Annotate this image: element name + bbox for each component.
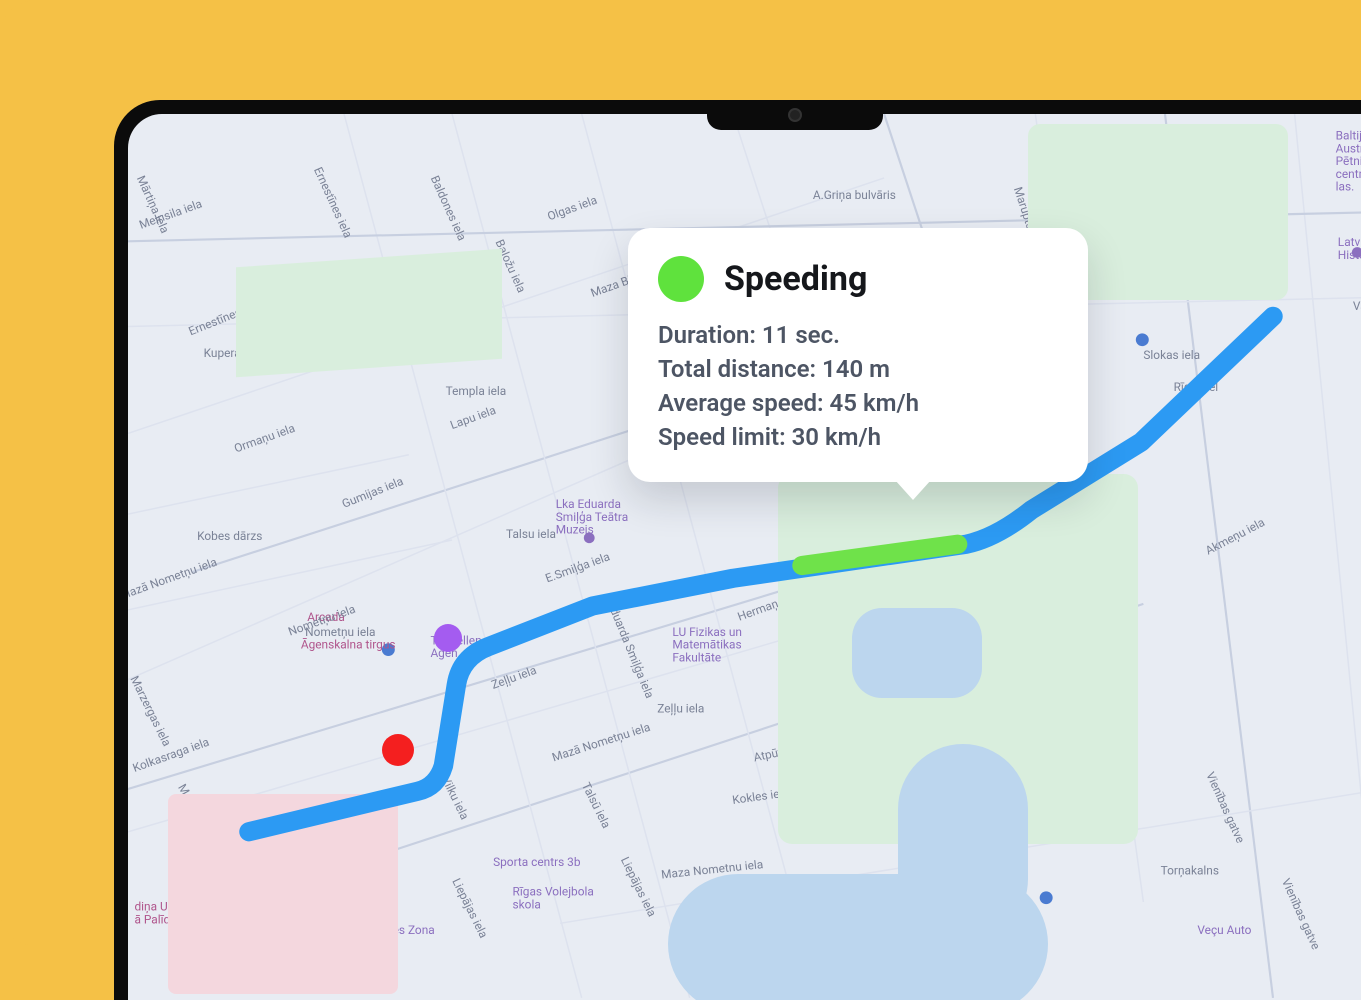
hospital-area: [168, 794, 398, 994]
street-label: Vilku iela: [439, 774, 472, 822]
poi-label: Lka EduardaSmiļģa TeātraMuzejs: [556, 497, 628, 536]
street-label: Zeļļu iela: [489, 663, 538, 692]
street-label: Talsu iela: [506, 527, 556, 541]
street-label: Zeļļu iela: [657, 702, 704, 716]
street-label: Baldones iela: [428, 173, 470, 242]
popup-duration: Duration: 11 sec.: [658, 318, 1058, 352]
park-label: Kobes dārzs: [197, 529, 262, 543]
street-label: Liepājas iela: [449, 876, 490, 940]
street-label: Akmeņu iela: [1203, 515, 1267, 557]
laptop-mock: Jaunatnes dārzs Kobes dārzs Arkādijas pa…: [114, 100, 1361, 1000]
route-start-marker[interactable]: [382, 734, 414, 766]
street-label: Slokas iela: [1143, 348, 1200, 362]
street-label: A.Griņa bulvāris: [813, 188, 896, 202]
park-area: [236, 249, 502, 378]
water-area: [852, 608, 982, 698]
street-label: Marzergas iela: [128, 674, 174, 749]
street-label: Mazā Nometņu iela: [550, 720, 652, 764]
water-area: [898, 744, 1028, 944]
street-label: Rīgas iel: [1174, 380, 1219, 394]
poi-label: Sporta centrs 3b: [493, 855, 581, 869]
route-event-marker[interactable]: [434, 624, 462, 652]
street-label: Templa iela: [446, 384, 507, 398]
popup-speed-limit: Speed limit: 30 km/h: [658, 420, 1058, 454]
laptop-notch: [707, 100, 883, 130]
poi-label: Latvian RailwayHistory Museum: [1338, 235, 1361, 262]
street-label: Lapu iela: [448, 403, 497, 432]
map-viewport[interactable]: Jaunatnes dārzs Kobes dārzs Arkādijas pa…: [128, 114, 1361, 1000]
street-label: Valguma iela: [1353, 299, 1361, 313]
poi-label: LU Fizikas unMatemātikasFakultāte: [672, 625, 742, 664]
status-dot-icon: [658, 256, 704, 302]
street-label: Ernestīnes iela: [311, 165, 355, 240]
poi-label: Āgenskalna tirgus: [301, 638, 396, 652]
street-label: Vienības gatve: [1279, 876, 1323, 951]
street-label: Eduarda Smiļģa iela: [605, 600, 657, 700]
map-screen[interactable]: Jaunatnes dārzs Kobes dārzs Arkādijas pa…: [128, 114, 1361, 1000]
popup-distance: Total distance: 140 m: [658, 352, 1058, 386]
event-popup: Speeding Duration: 11 sec. Total distanc…: [628, 228, 1088, 482]
poi-label: Veçu Auto: [1197, 923, 1251, 937]
street-label: Vienības gatve: [1203, 770, 1247, 845]
promo-card: Jaunatnes dārzs Kobes dārzs Arkādijas pa…: [0, 0, 1361, 946]
street-label: Ormaņu iela: [232, 421, 297, 456]
street-label: Mazā Nometņu iela: [128, 555, 219, 603]
popup-avg-speed: Average speed: 45 km/h: [658, 386, 1058, 420]
poi-label: Torņakalns: [1161, 863, 1219, 877]
popup-title: Speeding: [724, 259, 867, 299]
poi-label: BaltijasAustrumāzijasPētniecībascentra B…: [1336, 129, 1361, 194]
poi-label: Rīgas Volejbolaskola: [513, 885, 594, 912]
street-label: Olgas iela: [545, 193, 598, 224]
street-label: Talsū iela: [579, 780, 614, 830]
